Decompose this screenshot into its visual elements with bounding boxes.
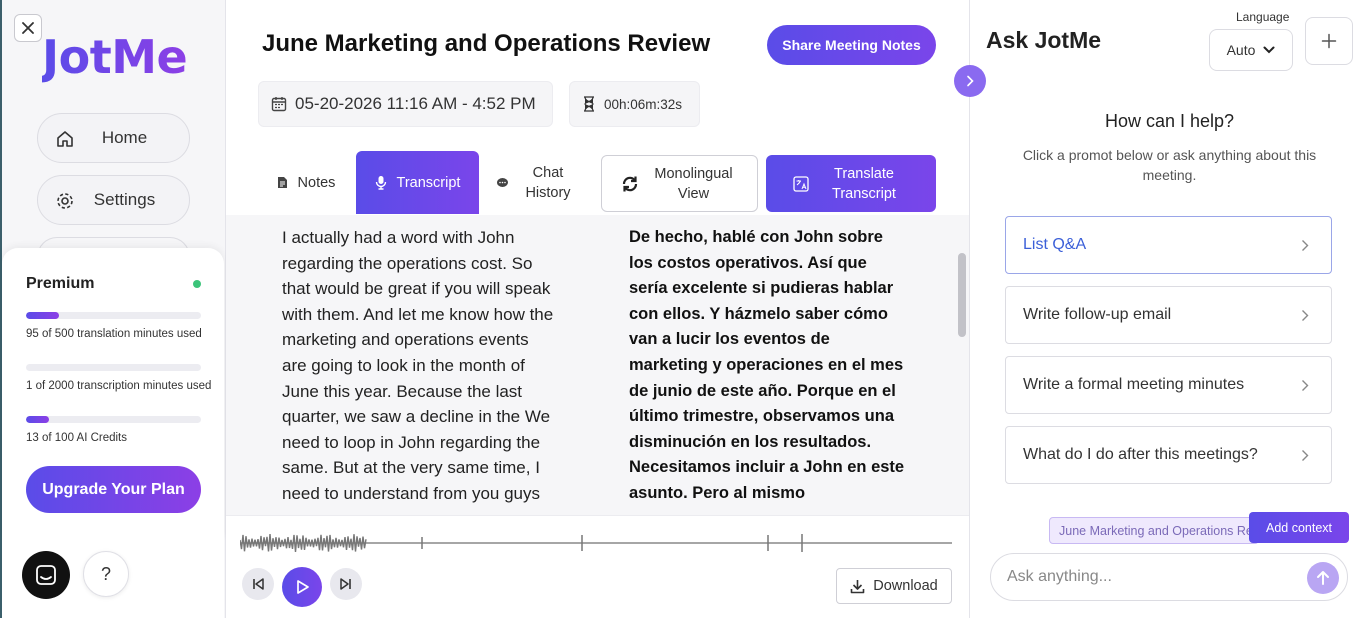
language-select[interactable]: Auto [1209, 29, 1293, 71]
language-value: Auto [1226, 42, 1256, 58]
add-context-button[interactable]: Add context [1249, 512, 1349, 543]
plan-card: Premium 95 of 500 translation minutes us… [2, 248, 224, 538]
skip-back-icon [253, 578, 264, 590]
prompt-next-steps[interactable]: What do I do after this meetings? [1005, 426, 1332, 484]
usage-bar-fill [26, 312, 60, 319]
prompt-list-qa[interactable]: List Q&A [1005, 216, 1332, 274]
usage-text-ai-credits: 13 of 100 AI Credits [26, 432, 128, 444]
transcript-original-text: I actually had a word with John regardin… [282, 228, 554, 503]
prompt-label: List Q&A [1023, 236, 1087, 253]
close-icon [22, 22, 34, 34]
microphone-icon [375, 176, 386, 190]
chevron-down-icon [1263, 46, 1275, 54]
usage-bar-ai-credits [26, 416, 201, 423]
chevron-right-icon [1302, 450, 1309, 461]
chat-bubble-icon [497, 177, 508, 187]
play-button[interactable] [282, 567, 322, 607]
sidebar-item-label: Home [101, 128, 148, 147]
monolingual-view-button[interactable]: Monolingual View [601, 155, 758, 212]
hourglass-icon [584, 96, 594, 112]
sidebar-item-label: Settings [93, 190, 156, 209]
chevron-right-icon [967, 75, 974, 87]
sidebar: JotMe Home Settings Premium 95 of 500 tr… [0, 0, 226, 618]
tab-transcript[interactable]: Transcript [356, 151, 479, 214]
tab-label: Notes [297, 174, 336, 191]
close-button[interactable] [14, 14, 42, 42]
translate-transcript-button[interactable]: Translate Transcript [766, 155, 936, 212]
usage-bar-transcription [26, 364, 201, 371]
sidebar-item-home[interactable]: Home [37, 113, 190, 163]
tab-notes[interactable]: Notes [266, 151, 346, 214]
help-subtitle: Click a promot below or ask anything abo… [1022, 147, 1317, 183]
usage-text-translation: 95 of 500 translation minutes used [26, 328, 202, 340]
ask-input[interactable] [990, 553, 1348, 601]
share-meeting-notes-button[interactable]: Share Meeting Notes [767, 25, 936, 65]
document-icon [277, 177, 287, 188]
next-button[interactable] [330, 568, 362, 600]
audio-player: Download [226, 515, 969, 618]
calendar-icon [271, 97, 287, 112]
ask-panel: Ask JotMe Language Auto How can I help? … [969, 0, 1368, 618]
meeting-datetime: 05-20-2026 11:16 AM - 4:52 PM [258, 81, 553, 127]
context-chip[interactable]: June Marketing and Operations Review [1049, 517, 1259, 544]
tab-label: Monolingual View [654, 165, 733, 202]
main-panel: June Marketing and Operations Review Sha… [226, 0, 969, 618]
plan-title: Premium [26, 275, 95, 292]
language-label: Language [1236, 10, 1290, 24]
transcript-translated-text: De hecho, hablé con John sobre los costo… [629, 228, 905, 502]
translate-icon [793, 175, 809, 192]
chat-icon [36, 565, 56, 585]
previous-button[interactable] [242, 568, 274, 600]
sidebar-item-settings[interactable]: Settings [37, 175, 190, 225]
meeting-duration: 00h:06m:32s [569, 81, 700, 127]
prompt-meeting-minutes[interactable]: Write a formal meeting minutes [1005, 356, 1332, 414]
download-icon [850, 579, 865, 593]
app-logo: JotMe [42, 30, 188, 84]
new-chat-button[interactable] [1305, 17, 1353, 65]
upgrade-plan-button[interactable]: Upgrade Your Plan [26, 466, 201, 513]
send-button[interactable] [1307, 562, 1339, 594]
help-heading: How can I help? [1104, 111, 1235, 131]
play-icon [297, 580, 309, 594]
tab-chat-history[interactable]: Chat History [489, 151, 584, 214]
usage-bar-translation [26, 312, 201, 319]
datetime-text: 05-20-2026 11:16 AM - 4:52 PM [295, 94, 536, 113]
download-button[interactable]: Download [836, 568, 952, 604]
status-dot [193, 280, 201, 288]
usage-text-transcription: 1 of 2000 transcription minutes used [26, 380, 212, 392]
chevron-right-icon [1302, 240, 1309, 251]
support-chat-button[interactable] [22, 551, 70, 599]
help-button[interactable]: ? [83, 551, 129, 597]
tab-label: Chat History [525, 164, 571, 201]
collapse-panel-button[interactable] [954, 65, 986, 97]
tab-label: Translate Transcript [832, 165, 896, 202]
duration-text: 00h:06m:32s [604, 96, 683, 112]
ask-panel-title: Ask JotMe [986, 27, 1102, 53]
chevron-right-icon [1302, 310, 1309, 321]
usage-bar-fill [26, 416, 49, 423]
page-title: June Marketing and Operations Review [262, 30, 711, 57]
skip-forward-icon [340, 578, 351, 590]
prompt-label: What do I do after this meetings? [1023, 446, 1258, 463]
scrollbar-thumb[interactable] [958, 253, 966, 337]
refresh-icon [622, 176, 637, 191]
prompt-follow-up-email[interactable]: Write follow-up email [1005, 286, 1332, 344]
arrow-up-icon [1317, 571, 1329, 585]
prompt-label: Write a formal meeting minutes [1023, 376, 1245, 393]
audio-waveform[interactable] [240, 526, 954, 560]
transcript-scrollbar[interactable] [956, 215, 968, 515]
tab-label: Transcript [396, 174, 461, 191]
transcript-area[interactable]: I actually had a word with John regardin… [226, 215, 969, 515]
plus-icon [1321, 33, 1337, 49]
download-label: Download [873, 578, 938, 594]
prompt-label: Write follow-up email [1023, 306, 1172, 323]
chevron-right-icon [1302, 380, 1309, 391]
